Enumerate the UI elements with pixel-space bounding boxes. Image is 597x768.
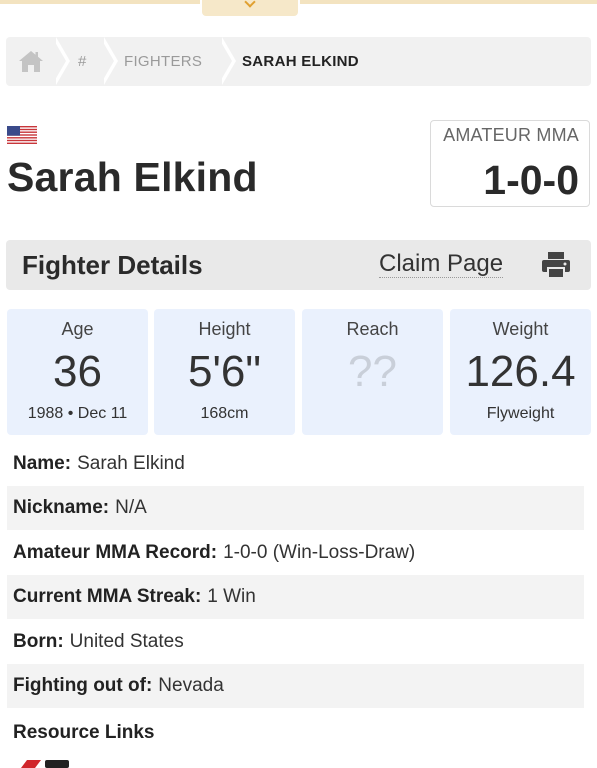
- info-key: Name:: [13, 453, 72, 474]
- info-key: Nickname:: [13, 497, 110, 518]
- top-strip: [0, 0, 597, 16]
- printer-icon[interactable]: [540, 251, 572, 279]
- info-row-name: Name: Sarah Elkind: [7, 442, 584, 486]
- info-row-amateur-record: Amateur MMA Record: 1-0-0 (Win-Loss-Draw…: [7, 531, 584, 575]
- stat-card-weight: Weight 126.4 Flyweight: [450, 309, 591, 435]
- info-key: Current MMA Streak:: [13, 586, 202, 607]
- top-divider-left: [0, 0, 200, 4]
- fighter-details-bar: Fighter Details Claim Page: [6, 240, 591, 290]
- info-key: Fighting out of:: [13, 675, 153, 696]
- stat-label: Height: [198, 319, 251, 339]
- info-row-streak: Current MMA Streak: 1 Win: [7, 575, 584, 619]
- stat-card-age: Age 36 1988 • Dec 11: [7, 309, 148, 435]
- stat-label: Reach: [346, 319, 399, 339]
- home-icon: [19, 51, 43, 72]
- breadcrumb-home[interactable]: [6, 37, 56, 86]
- stat-card-reach: Reach ??: [302, 309, 443, 435]
- resource-links-heading: Resource Links: [13, 722, 155, 743]
- menu-toggle-tab[interactable]: [202, 0, 298, 16]
- info-key: Amateur MMA Record:: [13, 542, 218, 563]
- stat-card-height: Height 5'6" 168cm: [154, 309, 295, 435]
- fighter-details-title: Fighter Details: [22, 250, 203, 280]
- info-value: 1-0-0 (Win-Loss-Draw): [223, 542, 416, 563]
- stat-sub: Flyweight: [486, 405, 555, 422]
- info-row-fighting-out-of: Fighting out of: Nevada: [7, 664, 584, 708]
- stat-value: ??: [348, 347, 397, 396]
- stat-label: Age: [61, 319, 94, 339]
- stat-value: 36: [53, 347, 102, 396]
- stat-sub: 168cm: [200, 405, 249, 422]
- us-flag-icon: [7, 126, 37, 144]
- stat-value: 126.4: [465, 347, 576, 396]
- resource-logo-icon[interactable]: [17, 760, 73, 768]
- breadcrumb-hash[interactable]: #: [78, 37, 87, 86]
- info-row-nickname: Nickname: N/A: [7, 486, 584, 530]
- record-box: AMATEUR MMA 1-0-0: [430, 120, 590, 207]
- info-value: United States: [69, 631, 184, 652]
- info-value: Nevada: [158, 675, 224, 696]
- info-value: N/A: [115, 497, 147, 518]
- fighter-name: Sarah Elkind: [7, 154, 258, 200]
- info-value: 1 Win: [207, 586, 256, 607]
- breadcrumb: # FIGHTERS SARAH ELKIND: [6, 37, 591, 86]
- chevron-down-icon: [244, 0, 256, 8]
- info-row-born: Born: United States: [7, 620, 584, 664]
- stat-sub: 1988 • Dec 11: [27, 405, 128, 422]
- record-value: 1-0-0: [483, 157, 579, 203]
- top-divider-right: [300, 0, 597, 4]
- info-value: Sarah Elkind: [77, 453, 185, 474]
- record-label: AMATEUR MMA: [443, 125, 579, 145]
- breadcrumb-current: SARAH ELKIND: [242, 53, 359, 70]
- info-key: Born:: [13, 631, 64, 652]
- stat-value: 5'6": [188, 347, 261, 396]
- claim-page-link[interactable]: Claim Page: [379, 250, 504, 278]
- breadcrumb-fighters[interactable]: FIGHTERS: [124, 37, 202, 86]
- stat-label: Weight: [492, 319, 549, 339]
